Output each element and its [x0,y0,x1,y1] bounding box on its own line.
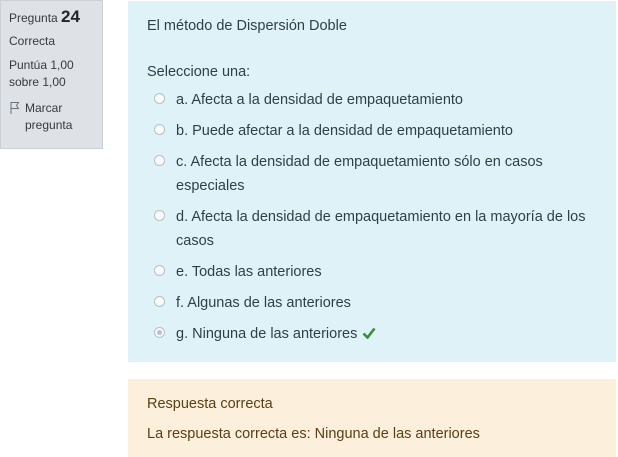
answer-radio[interactable] [154,155,165,166]
answer-label: f. Algunas de las anteriores [176,291,597,315]
answer-radio[interactable] [154,93,165,104]
answer-option[interactable]: a. Afecta a la densidad de empaquetamien… [147,88,597,112]
flag-label-line-2: pregunta [25,118,73,132]
answer-label-text: d. Afecta la densidad de empaquetamiento… [176,209,586,249]
answer-option[interactable]: e. Todas las anteriores [147,260,597,284]
question-grade: Puntúa 1,00 sobre 1,00 [9,57,96,91]
answer-label-text: a. Afecta a la densidad de empaquetamien… [176,92,463,108]
answer-label-text: e. Todas las anteriores [176,264,322,280]
answer-option[interactable]: c. Afecta la densidad de empaquetamiento… [147,150,597,198]
answer-label: e. Todas las anteriores [176,260,597,284]
answer-radio[interactable] [154,210,165,221]
answer-option[interactable]: g. Ninguna de las anteriores [147,322,597,346]
question-label: Pregunta [9,11,58,25]
answer-label-text: c. Afecta la densidad de empaquetamiento… [176,154,543,194]
flag-question-button[interactable]: Marcar pregunta [9,100,96,134]
answer-option[interactable]: d. Afecta la densidad de empaquetamiento… [147,205,597,253]
answer-options: a. Afecta a la densidad de empaquetamien… [147,88,597,346]
answer-label: a. Afecta a la densidad de empaquetamien… [176,88,597,112]
question-formulation: El método de Dispersión Doble Seleccione… [128,1,616,362]
answer-radio[interactable] [154,265,165,276]
answer-radio[interactable] [154,327,165,338]
question-number: 24 [61,7,80,26]
grade-line-2: sobre 1,00 [9,75,66,89]
answer-option[interactable]: f. Algunas de las anteriores [147,291,597,315]
flag-label: Marcar pregunta [25,100,72,134]
answer-label: g. Ninguna de las anteriores [176,322,597,346]
question-number-line: Pregunta 24 [9,8,96,27]
flag-label-line-1: Marcar [25,101,63,115]
answer-label: b. Puede afectar a la densidad de empaqu… [176,119,597,143]
answer-prompt: Seleccione una: [147,64,251,80]
answer-label: c. Afecta la densidad de empaquetamiento… [176,150,597,198]
answer-label-text: b. Puede afectar a la densidad de empaqu… [176,123,513,139]
answer-option[interactable]: b. Puede afectar a la densidad de empaqu… [147,119,597,143]
answer-radio[interactable] [154,124,165,135]
grade-line-1: Puntúa 1,00 [9,58,74,72]
question-info-panel: Pregunta 24 Correcta Puntúa 1,00 sobre 1… [0,0,103,149]
feedback-text: Respuesta correcta [147,396,273,412]
answer-label: d. Afecta la densidad de empaquetamiento… [176,205,597,253]
answer-outcome: Respuesta correcta La respuesta correcta… [128,379,616,457]
flag-icon [10,102,20,114]
answer-label-text: f. Algunas de las anteriores [176,295,351,311]
question-state: Correcta [9,34,56,48]
answer-radio[interactable] [154,296,165,307]
check-icon [362,327,376,339]
question-text: El método de Dispersión Doble [147,18,347,34]
answer-label-text: g. Ninguna de las anteriores [176,326,358,342]
right-answer-text: La respuesta correcta es: Ninguna de las… [147,426,480,442]
